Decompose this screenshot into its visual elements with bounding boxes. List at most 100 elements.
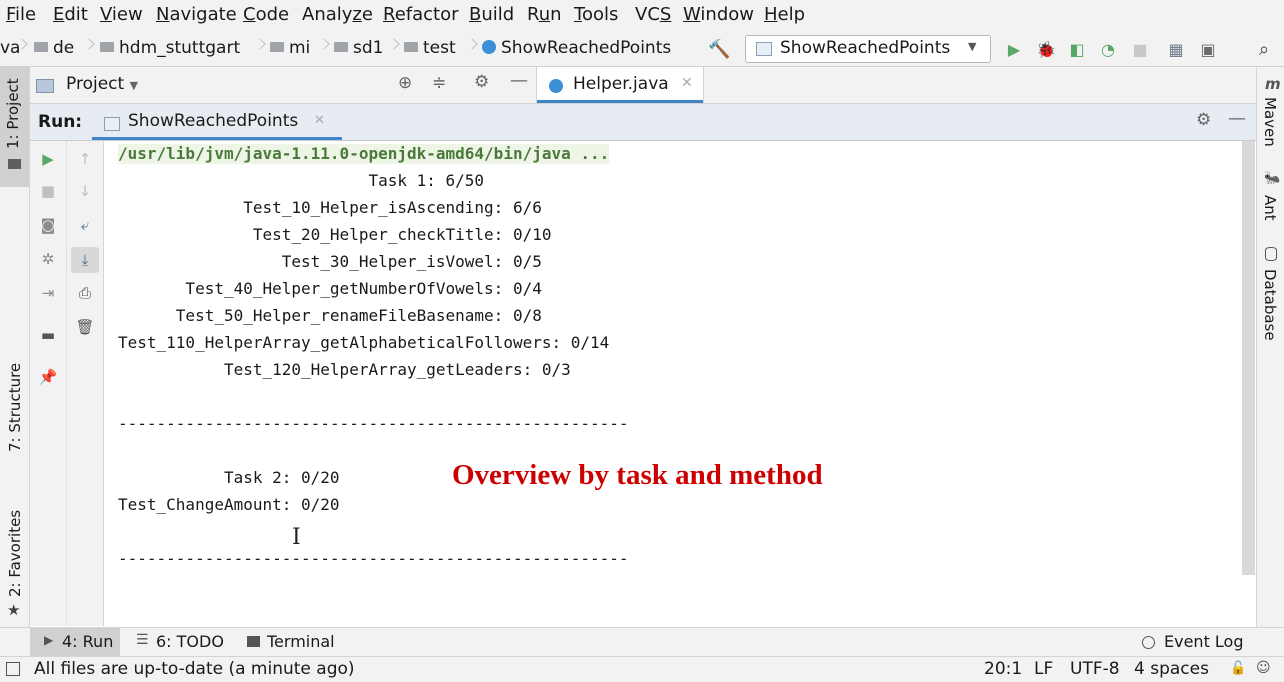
close-icon[interactable]: ✕	[681, 75, 693, 91]
menu-bar: File Edit View Navigate Code Analyze Refactor B…	[0, 0, 1284, 32]
navigation-bar: va de hdm_stuttgart mi sd1 test ShowReac…	[0, 32, 1284, 67]
menu-item[interactable]: Help	[764, 4, 805, 25]
console-scrollbar[interactable]	[1242, 141, 1255, 575]
console-separator: ----------------------------------------…	[118, 414, 629, 433]
play-icon: ▶	[44, 633, 54, 647]
coverage-icon[interactable]: ◧	[1067, 40, 1087, 60]
project-structure-icon[interactable]: ▦	[1166, 40, 1186, 60]
breadcrumb-item[interactable]: mi	[270, 38, 310, 58]
terminal-icon	[247, 636, 260, 647]
layout-icon[interactable]: ▬	[38, 325, 58, 345]
menu-item[interactable]: Build	[469, 4, 514, 25]
camera-icon[interactable]: ◙	[38, 215, 58, 235]
file-encoding[interactable]: UTF-8	[1070, 659, 1120, 679]
debug-icon[interactable]: 🐞	[1036, 40, 1056, 60]
hammer-icon[interactable]: 🔨	[708, 40, 730, 60]
line-separator[interactable]: LF	[1034, 659, 1053, 679]
search-icon[interactable]: ⌕	[1254, 40, 1274, 60]
folder-icon	[100, 42, 114, 52]
console-command: /usr/lib/jvm/java-1.11.0-openjdk-amd64/b…	[118, 144, 610, 164]
breadcrumb-item[interactable]: sd1	[334, 38, 383, 58]
print-icon[interactable]: ⎙	[75, 283, 95, 303]
trash-icon[interactable]: 🗑	[75, 317, 95, 337]
menu-item[interactable]: Analyze	[302, 4, 373, 25]
run-icon[interactable]: ▶	[1004, 40, 1024, 60]
menu-item[interactable]: View	[100, 4, 143, 25]
tab-run-config[interactable]: ShowReachedPoints ✕	[92, 104, 342, 140]
list-icon: ☰	[136, 632, 149, 648]
window-icon[interactable]: ▣	[1198, 40, 1218, 60]
overlay-annotation: Overview by task and method	[452, 459, 823, 491]
tool-window-maven[interactable]: Maven	[1257, 95, 1284, 153]
soft-wrap-icon[interactable]: ⤶	[75, 215, 95, 235]
menu-item[interactable]: Tools	[574, 4, 618, 25]
project-view-selector[interactable]: Project ▼	[66, 74, 138, 94]
tool-window-ant[interactable]: Ant	[1257, 191, 1284, 227]
console-output[interactable]: /usr/lib/jvm/java-1.11.0-openjdk-amd64/b…	[104, 141, 1242, 626]
menu-item[interactable]: Refactor	[383, 4, 459, 25]
menu-item[interactable]: Navigate	[156, 4, 237, 25]
tab-terminal[interactable]: Terminal	[240, 628, 350, 656]
indent-setting[interactable]: 4 spaces	[1134, 659, 1209, 679]
locate-icon[interactable]: ⊕	[398, 73, 412, 93]
chevron-down-icon: ▼	[968, 40, 977, 53]
breadcrumb-item-class[interactable]: ShowReachedPoints	[482, 38, 671, 58]
arrow-down-icon[interactable]: ↓	[75, 181, 95, 201]
console-line: Test_40_Helper_getNumberOfVowels: 0/4	[118, 279, 542, 298]
pin-icon[interactable]: 📌	[38, 367, 58, 387]
menu-item[interactable]: File	[6, 4, 36, 25]
menu-item[interactable]: VCS	[635, 4, 671, 25]
console-line: Test_50_Helper_renameFileBasename: 0/8	[118, 306, 542, 325]
project-icon	[36, 79, 54, 93]
minimize-icon[interactable]: —	[510, 70, 528, 91]
status-bar: All files are up-to-date (a minute ago) …	[0, 656, 1284, 682]
breadcrumb-item[interactable]: test	[404, 38, 456, 58]
breadcrumb-item[interactable]: hdm_stuttgart	[100, 38, 240, 58]
project-panel-header: Project ▼ ⊕ ≑ ⚙ — Helper.java ✕	[30, 67, 1256, 104]
console-line: Test_ChangeAmount: 0/20	[118, 495, 340, 514]
run-config-select[interactable]: ShowReachedPoints ▼	[745, 35, 991, 63]
class-icon	[482, 40, 496, 54]
menu-item[interactable]: Window	[683, 4, 754, 25]
class-icon	[549, 79, 563, 93]
menu-item[interactable]: Edit	[53, 4, 88, 25]
maven-icon: m	[1265, 75, 1281, 93]
rerun-icon[interactable]: ▶	[38, 149, 58, 169]
minimize-icon[interactable]: —	[1228, 108, 1246, 129]
menu-item[interactable]: Run	[527, 4, 562, 25]
inspector-icon[interactable]: ☺	[1256, 660, 1271, 676]
status-message: All files are up-to-date (a minute ago)	[34, 659, 355, 679]
tab-run[interactable]: ▶ 4: Run	[30, 628, 120, 656]
tool-window-database[interactable]: Database	[1257, 265, 1284, 349]
debug-icon[interactable]: ✲	[38, 249, 58, 269]
stop-icon[interactable]: ■	[38, 181, 58, 201]
gear-icon[interactable]: ⚙	[474, 72, 489, 92]
console-line: Task 2: 0/20	[118, 468, 340, 487]
console-separator: ----------------------------------------…	[118, 549, 629, 568]
status-toggle-icon[interactable]	[6, 662, 20, 676]
tool-window-favorites[interactable]: 2: Favorites ★	[0, 497, 29, 619]
profile-icon[interactable]: ◔	[1098, 40, 1118, 60]
console-line: Test_20_Helper_checkTitle: 0/10	[118, 225, 552, 244]
text-cursor-icon: I	[292, 525, 301, 550]
star-icon: ★	[7, 601, 21, 619]
tab-helper-java[interactable]: Helper.java ✕	[536, 67, 704, 103]
collapse-icon[interactable]: ≑	[432, 73, 446, 93]
console-line: Test_110_HelperArray_getAlphabeticalFoll…	[118, 333, 610, 352]
close-icon[interactable]: ✕	[314, 113, 325, 128]
lock-icon[interactable]: 🔓	[1230, 661, 1246, 676]
tool-window-project[interactable]: 1: Project	[0, 67, 29, 187]
caret-position[interactable]: 20:1	[984, 659, 1022, 679]
menu-item[interactable]: Code	[243, 4, 289, 25]
event-log-icon	[1142, 636, 1155, 649]
tab-event-log[interactable]: Event Log	[1134, 628, 1250, 656]
stop-icon[interactable]: ■	[1130, 40, 1150, 60]
arrow-up-icon[interactable]: ↑	[75, 149, 95, 169]
breadcrumb-item[interactable]: de	[34, 38, 74, 58]
exit-icon[interactable]: ⇥	[38, 283, 58, 303]
scroll-to-end-icon[interactable]: ⤓	[71, 247, 99, 273]
tool-window-structure[interactable]: 7: Structure	[0, 352, 29, 472]
folder-icon	[404, 42, 418, 52]
tab-todo[interactable]: ☰ 6: TODO	[130, 628, 230, 656]
gear-icon[interactable]: ⚙	[1196, 110, 1211, 130]
